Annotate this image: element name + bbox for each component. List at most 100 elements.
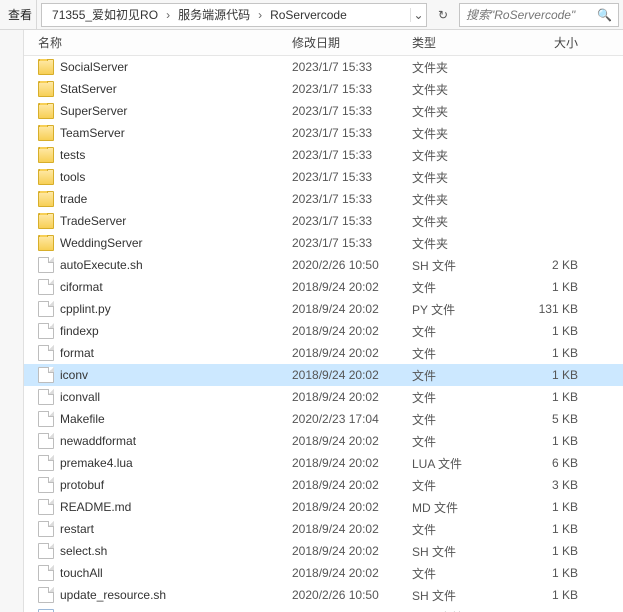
file-row[interactable]: WeddingServer2023/1/7 15:33文件夹 <box>24 232 623 254</box>
cell-type: 文件 <box>412 521 518 538</box>
file-row[interactable]: Makefile2020/2/23 17:04文件5 KB <box>24 408 623 430</box>
cell-name: premake4.lua <box>24 455 292 471</box>
file-row[interactable]: tools2023/1/7 15:33文件夹 <box>24 166 623 188</box>
folder-icon <box>38 147 54 163</box>
cell-date: 2018/9/24 20:02 <box>292 368 412 382</box>
cell-size: 1 KB <box>518 368 588 382</box>
file-icon <box>38 565 54 581</box>
cell-name: select.sh <box>24 543 292 559</box>
cell-date: 2023/1/7 15:33 <box>292 104 412 118</box>
file-row[interactable]: select.sh2018/9/24 20:02SH 文件1 KB <box>24 540 623 562</box>
file-row[interactable]: restart2018/9/24 20:02文件1 KB <box>24 518 623 540</box>
cell-name: TradeServer <box>24 213 292 229</box>
cell-name: format <box>24 345 292 361</box>
file-name: SocialServer <box>60 60 128 74</box>
file-name: StatServer <box>60 82 117 96</box>
refresh-button[interactable]: ↻ <box>431 3 455 27</box>
file-row[interactable]: tests 2023/1/7 15:33文件夹 <box>24 144 623 166</box>
file-row[interactable]: StatServer2023/1/7 15:33文件夹 <box>24 78 623 100</box>
file-row[interactable]: findexp2018/9/24 20:02文件1 KB <box>24 320 623 342</box>
cell-type: 文件夹 <box>412 147 518 164</box>
file-name: trade <box>60 192 87 206</box>
ribbon-tab-label: 查看 <box>8 6 32 23</box>
file-icon <box>38 257 54 273</box>
search-icon: 🔍 <box>597 8 612 22</box>
cell-name: autoExecute.sh <box>24 257 292 273</box>
file-row[interactable]: ciformat2018/9/24 20:02文件1 KB <box>24 276 623 298</box>
file-name: cpplint.py <box>60 302 111 316</box>
col-header-date[interactable]: 修改日期 <box>292 34 412 51</box>
cell-size: 5 KB <box>518 412 588 426</box>
col-header-size[interactable]: 大小 <box>518 34 588 51</box>
file-name: tests <box>60 148 85 162</box>
file-row[interactable]: format2018/9/24 20:02文件1 KB <box>24 342 623 364</box>
cell-type: 文件夹 <box>412 59 518 76</box>
search-box[interactable]: 🔍 <box>459 3 619 27</box>
breadcrumb-crumb[interactable]: 71355_爱如初见RO <box>48 4 162 26</box>
breadcrumb[interactable]: 71355_爱如初见RO › 服务端源代码 › RoServercode ⌄ <box>41 3 427 27</box>
cell-date: 2023/1/7 15:33 <box>292 170 412 184</box>
cell-type: 文件 <box>412 477 518 494</box>
folder-icon <box>38 191 54 207</box>
file-icon <box>38 499 54 515</box>
cell-name: WeddingServer <box>24 235 292 251</box>
file-row[interactable]: version2018/9/24 20:02XML 文档 <box>24 606 623 612</box>
cell-date: 2023/1/7 15:33 <box>292 82 412 96</box>
cell-size: 1 KB <box>518 588 588 602</box>
chevron-right-icon[interactable]: › <box>254 8 266 22</box>
folder-icon <box>38 125 54 141</box>
col-header-name[interactable]: 名称 <box>24 34 292 51</box>
cell-name: iconvall <box>24 389 292 405</box>
nav-pane[interactable] <box>0 30 24 612</box>
file-name: restart <box>60 522 94 536</box>
folder-icon <box>38 169 54 185</box>
cell-type: 文件夹 <box>412 103 518 120</box>
file-row[interactable]: cpplint.py2018/9/24 20:02PY 文件131 KB <box>24 298 623 320</box>
file-name: TradeServer <box>60 214 126 228</box>
ribbon-tab-view[interactable]: 查看 <box>4 0 37 29</box>
chevron-right-icon[interactable]: › <box>162 8 174 22</box>
cell-name: findexp <box>24 323 292 339</box>
cell-date: 2023/1/7 15:33 <box>292 60 412 74</box>
cell-name: README.md <box>24 499 292 515</box>
file-list[interactable]: SocialServer2023/1/7 15:33文件夹StatServer2… <box>24 56 623 612</box>
breadcrumb-dropdown[interactable]: ⌄ <box>410 8 426 22</box>
search-input[interactable] <box>466 8 593 22</box>
cell-size: 131 KB <box>518 302 588 316</box>
file-name: WeddingServer <box>60 236 143 250</box>
file-row[interactable]: trade2023/1/7 15:33文件夹 <box>24 188 623 210</box>
file-row[interactable]: TeamServer2023/1/7 15:33文件夹 <box>24 122 623 144</box>
file-name: tools <box>60 170 85 184</box>
cell-date: 2023/1/7 15:33 <box>292 148 412 162</box>
file-row[interactable]: premake4.lua2018/9/24 20:02LUA 文件6 KB <box>24 452 623 474</box>
cell-date: 2023/1/7 15:33 <box>292 214 412 228</box>
file-name: touchAll <box>60 566 103 580</box>
file-row[interactable]: TradeServer2023/1/7 15:33文件夹 <box>24 210 623 232</box>
file-pane: 名称 修改日期 类型 大小 SocialServer 2023/1/7 15:33… <box>24 30 623 612</box>
col-header-type[interactable]: 类型 <box>412 34 518 51</box>
file-row[interactable]: iconvall2018/9/24 20:02文件1 KB <box>24 386 623 408</box>
file-name: ciformat <box>60 280 103 294</box>
cell-type: LUA 文件 <box>412 455 518 472</box>
file-name: README.md <box>60 500 131 514</box>
file-row[interactable]: protobuf2018/9/24 20:02文件3 KB <box>24 474 623 496</box>
cell-date: 2018/9/24 20:02 <box>292 522 412 536</box>
file-row[interactable]: touchAll2018/9/24 20:02文件1 KB <box>24 562 623 584</box>
cell-type: 文件夹 <box>412 235 518 252</box>
folder-icon <box>38 213 54 229</box>
file-row[interactable]: README.md2018/9/24 20:02MD 文件1 KB <box>24 496 623 518</box>
breadcrumb-crumb[interactable]: 服务端源代码 <box>174 4 254 26</box>
file-row[interactable]: autoExecute.sh2020/2/26 10:50SH 文件2 KB <box>24 254 623 276</box>
file-row[interactable]: SuperServer2023/1/7 15:33文件夹 <box>24 100 623 122</box>
cell-date: 2018/9/24 20:02 <box>292 346 412 360</box>
cell-name: cpplint.py <box>24 301 292 317</box>
cell-name: trade <box>24 191 292 207</box>
breadcrumb-crumb[interactable]: RoServercode <box>266 4 351 26</box>
cell-type: 文件 <box>412 565 518 582</box>
file-row[interactable]: SocialServer 2023/1/7 15:33文件夹 <box>24 56 623 78</box>
file-row[interactable]: iconv2018/9/24 20:02文件1 KB <box>24 364 623 386</box>
cell-type: MD 文件 <box>412 499 518 516</box>
file-row[interactable]: newaddformat2018/9/24 20:02文件1 KB <box>24 430 623 452</box>
file-row[interactable]: update_resource.sh2020/2/26 10:50SH 文件1 … <box>24 584 623 606</box>
cell-type: SH 文件 <box>412 587 518 604</box>
